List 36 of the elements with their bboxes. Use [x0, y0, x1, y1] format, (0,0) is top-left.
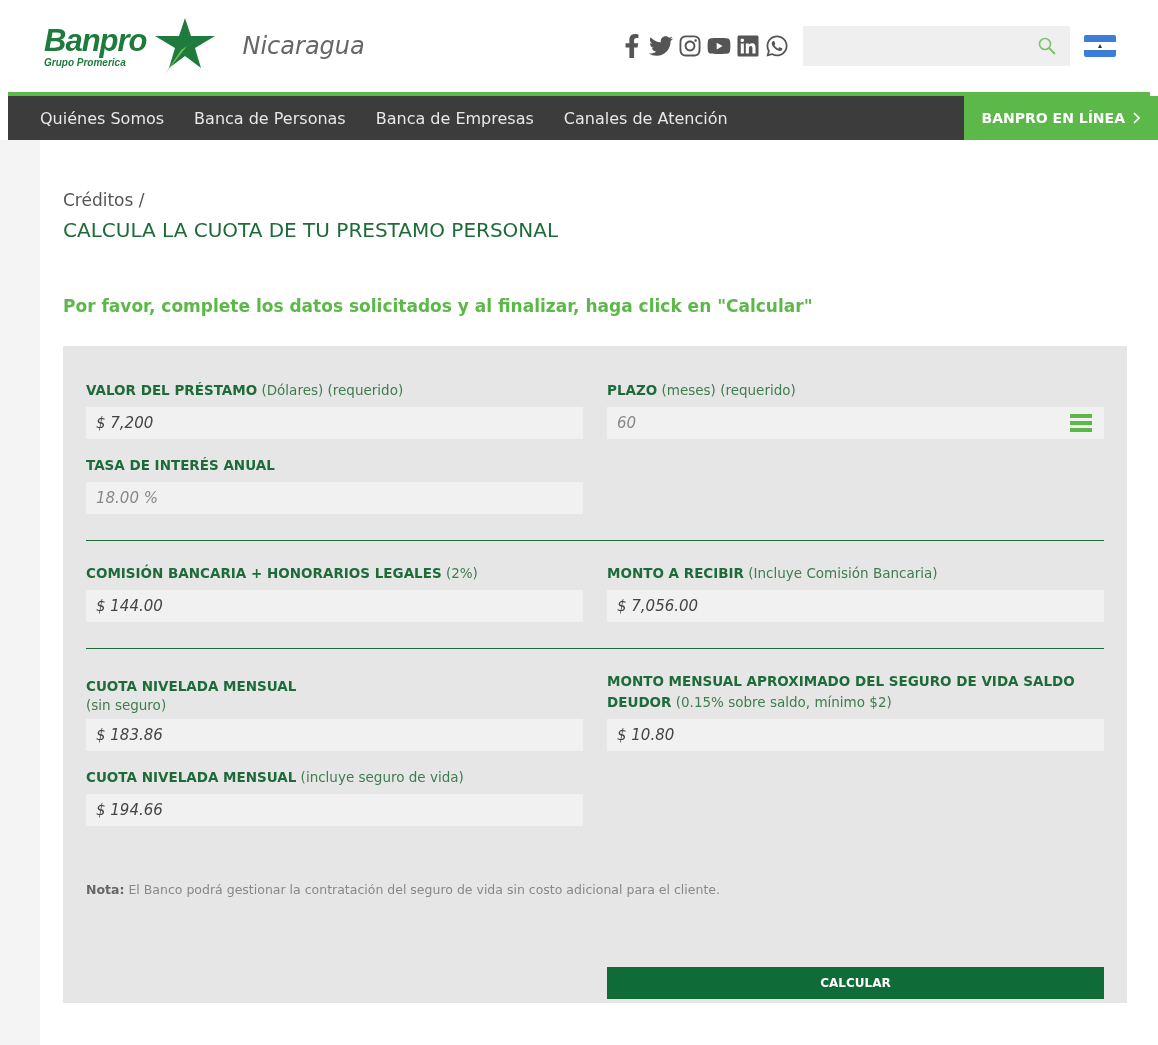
- instructions: Por favor, complete los datos solicitados y al finalizar, haga click en "Calcular": [63, 296, 814, 316]
- field-label: MONTO A RECIBIR (Incluye Comisión Bancaria): [607, 564, 939, 583]
- whatsapp-icon[interactable]: [765, 34, 789, 58]
- linkedin-icon[interactable]: [736, 34, 760, 58]
- input-field[interactable]: $ 7,056.00: [607, 590, 1104, 622]
- input-field[interactable]: $ 144.00: [86, 590, 583, 622]
- logo-tagline: Grupo Promerica: [44, 56, 126, 68]
- select-field[interactable]: 60: [607, 407, 1104, 439]
- nav-link[interactable]: Canales de Atención: [548, 96, 743, 140]
- instagram-icon[interactable]: [678, 34, 702, 58]
- field-label: COMISIÓN BANCARIA + HONORARIOS LEGALES (2%): [86, 563, 479, 583]
- nav-link[interactable]: Quiénes Somos: [8, 96, 180, 140]
- nav-link[interactable]: Banca de Empresas: [360, 96, 549, 140]
- input-field[interactable]: $ 10.80: [607, 719, 1104, 751]
- field-label: PLAZO (meses) (requerido): [607, 381, 797, 400]
- twitter-icon[interactable]: [649, 34, 673, 58]
- calculate-button[interactable]: CALCULAR: [607, 967, 1104, 999]
- input-field[interactable]: 18.00 %: [86, 482, 583, 514]
- field-label: CUOTA NIVELADA MENSUAL (incluye seguro de vida): [86, 768, 465, 787]
- field-label: VALOR DEL PRÉSTAMO (Dólares) (requerido): [86, 381, 405, 400]
- chevron-icon: [1133, 112, 1140, 124]
- country-name: Nicaragua: [242, 32, 365, 60]
- input-field[interactable]: $ 194.66: [86, 794, 583, 826]
- logo-name: Banpro: [44, 24, 147, 57]
- note-text: Nota: El Banco podrá gestionar la contratación del seguro de vida sin costo adicional para el cliente.: [86, 882, 721, 897]
- field-label: CUOTA NIVELADA MENSUAL: [86, 677, 298, 696]
- input-field[interactable]: $ 7,200: [86, 407, 583, 439]
- nav-link[interactable]: Banca de Personas: [179, 96, 361, 140]
- search-field[interactable]: [803, 26, 1070, 66]
- page-title: CALCULA LA CUOTA DE TU PRESTAMO PERSONAL: [63, 218, 560, 242]
- breadcrumb: Créditos /: [63, 190, 146, 210]
- field-sublabel: (sin seguro): [86, 697, 168, 713]
- field-label: MONTO MENSUAL APROXIMADO DEL SEGURO DE VIDA SALDO DEUDOR (0.15% sobre saldo, mínimo $2): [607, 672, 1076, 712]
- input-field[interactable]: $ 183.86: [86, 719, 583, 751]
- field-label: TASA DE INTERÉS ANUAL: [86, 456, 276, 475]
- flag-icon[interactable]: [1084, 35, 1116, 57]
